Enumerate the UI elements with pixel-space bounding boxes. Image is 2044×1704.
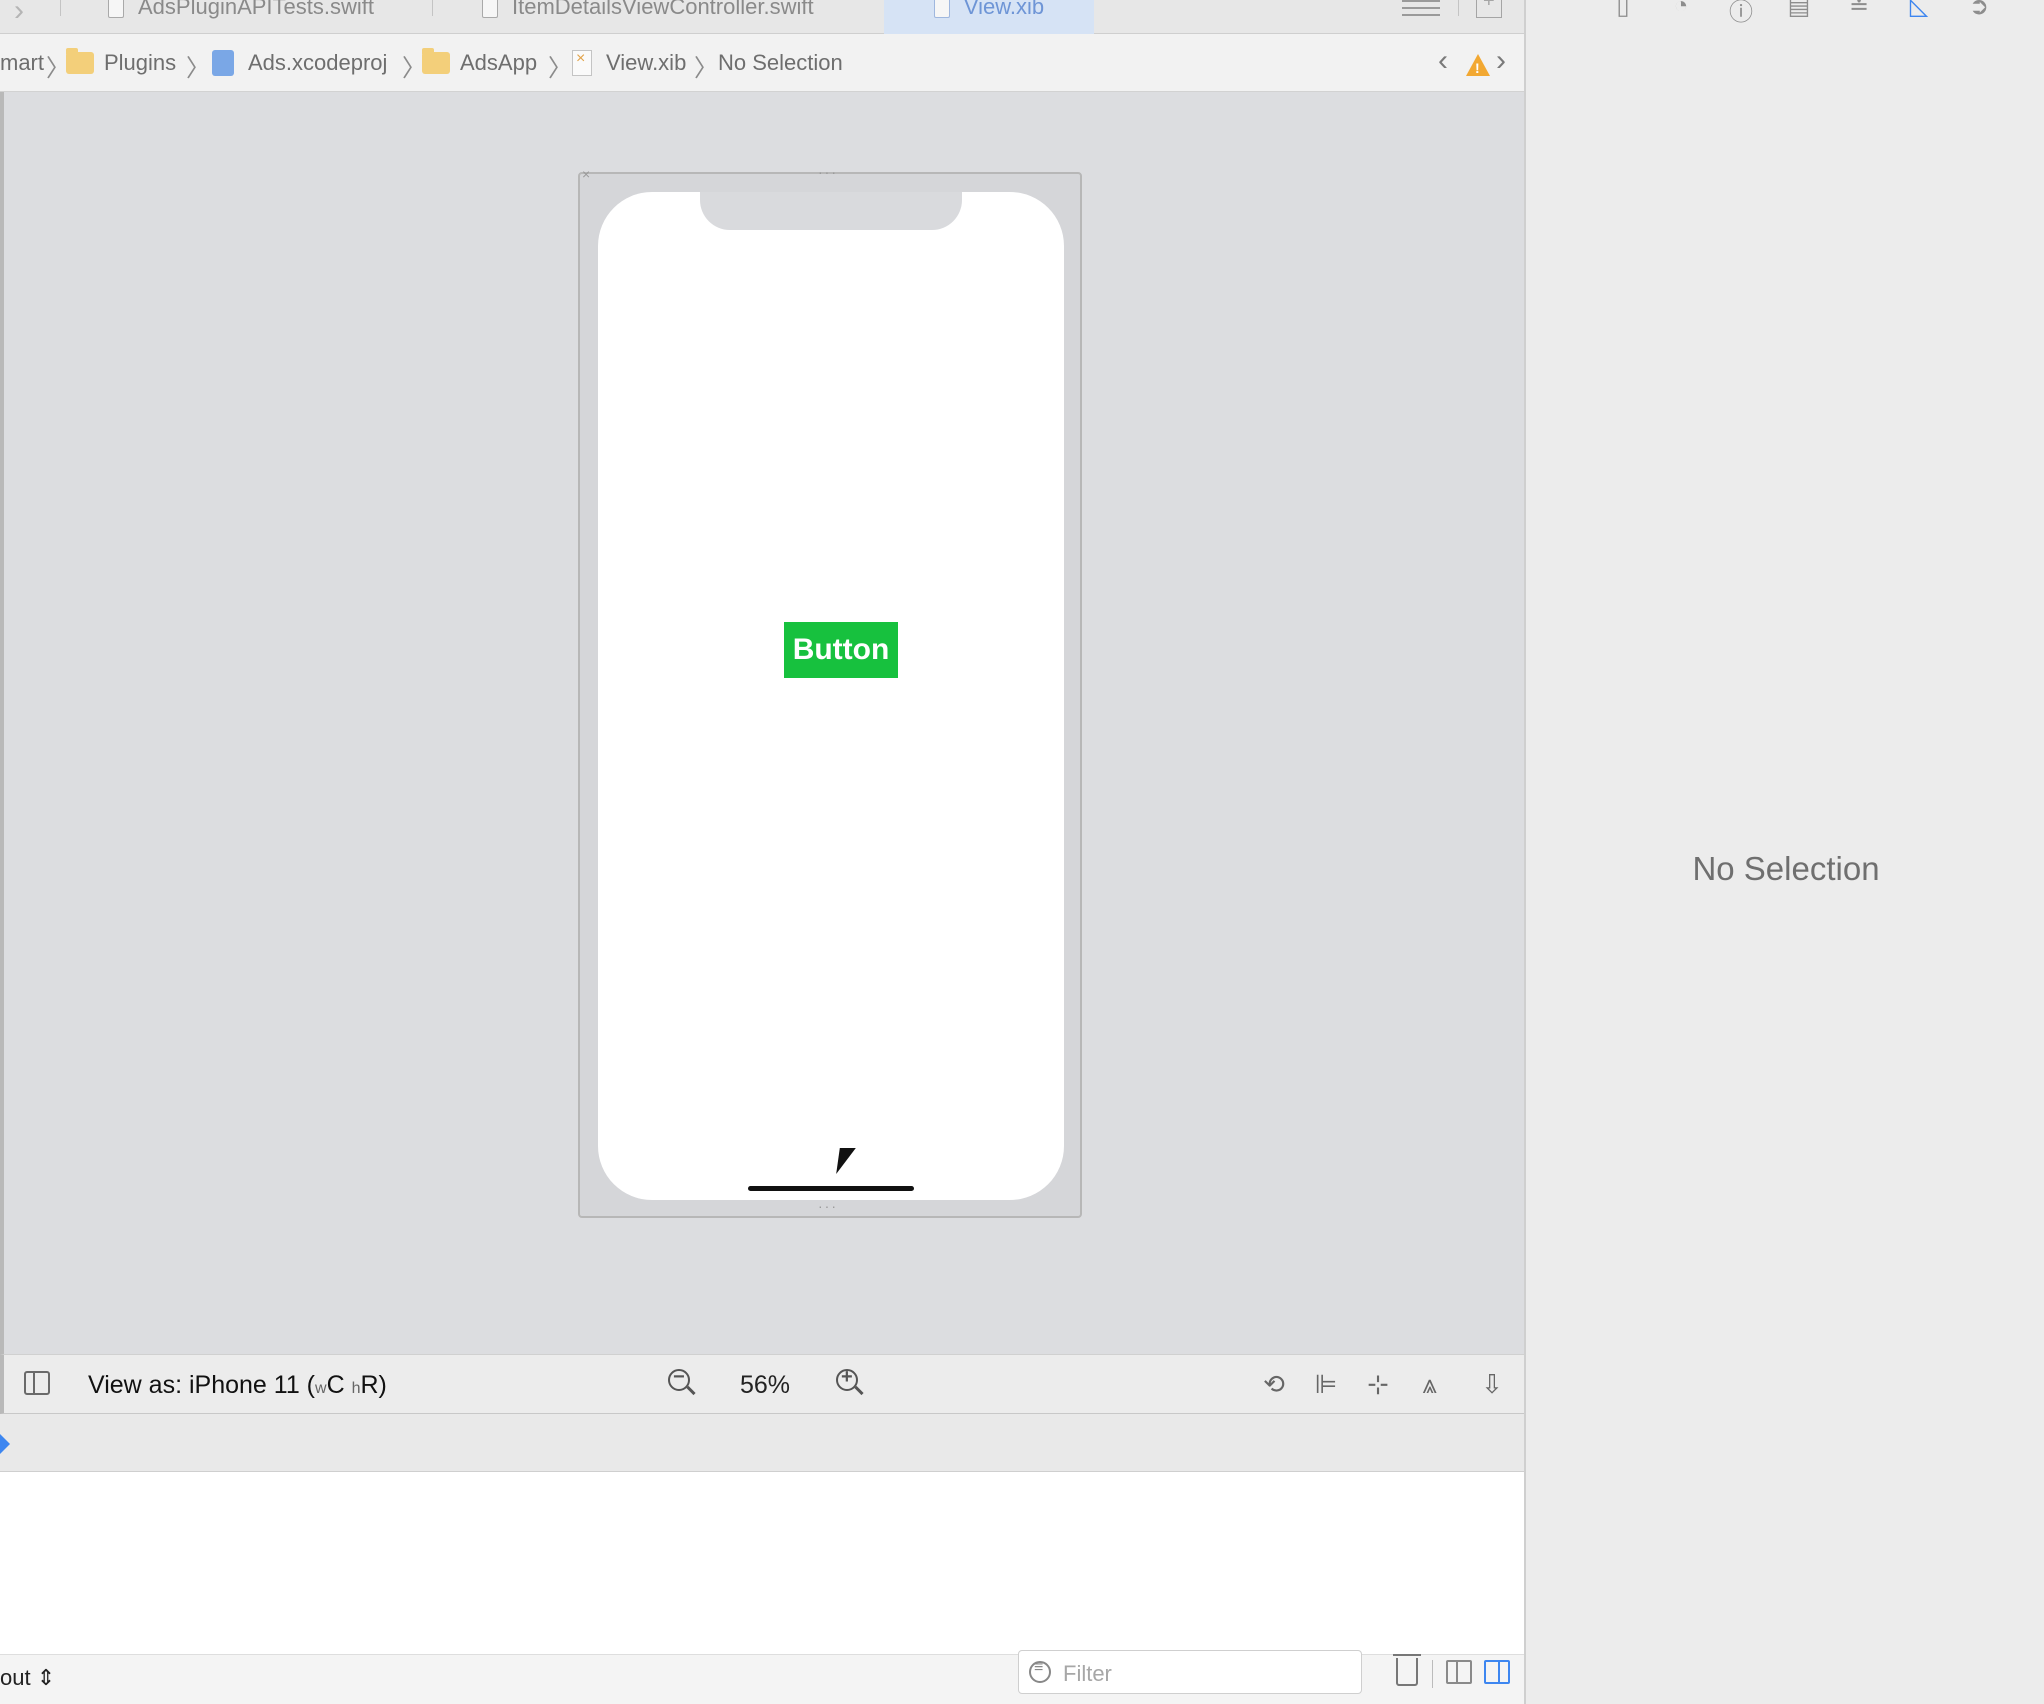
debug-bar	[0, 1414, 1524, 1472]
tab-divider	[1458, 0, 1459, 16]
zoom-out-icon[interactable]: −	[668, 1366, 696, 1397]
update-frames-icon[interactable]: ⟲	[1258, 1369, 1290, 1399]
breadcrumb-chevron-icon: 〉	[186, 55, 210, 82]
xib-file-icon	[572, 50, 592, 76]
align-icon[interactable]: ⊫	[1310, 1369, 1342, 1399]
size-inspector-icon[interactable]: ◺	[1906, 0, 1932, 20]
quick-help-icon[interactable]: ⓘ	[1728, 0, 1754, 26]
zoom-level[interactable]: 56%	[740, 1371, 790, 1400]
breadcrumb-label: Plugins	[104, 50, 177, 75]
attributes-inspector-icon[interactable]: ≚	[1846, 0, 1872, 20]
console-filter-input[interactable]: Filter	[1018, 1650, 1362, 1694]
tab-ads-plugin-api-tests[interactable]: AdsPluginAPITests.swift	[108, 0, 438, 34]
identity-inspector-icon[interactable]: ▤	[1786, 0, 1812, 20]
trash-icon[interactable]	[1393, 1654, 1421, 1686]
breadcrumb-label: AdsApp	[460, 50, 538, 75]
add-constraints-icon[interactable]: ⊹	[1362, 1369, 1394, 1399]
breadcrumb-item-view-xib[interactable]: View.xib	[572, 50, 686, 76]
inspector-tab-bar: ▯ ◔ ⓘ ▤ ≚ ◺ ➲	[1526, 0, 2044, 34]
output-label: out	[0, 1665, 31, 1690]
next-issue-icon[interactable]: ›	[1496, 44, 1506, 78]
xcodeproj-icon	[212, 50, 234, 76]
resize-handle-top[interactable]: ···	[818, 164, 838, 180]
warning-icon[interactable]	[1466, 54, 1490, 76]
tab-item-details-view-controller[interactable]: ItemDetailsViewController.swift	[482, 0, 862, 34]
previous-issue-icon[interactable]: ‹	[1438, 44, 1448, 78]
breadcrumb-item-ads-xcodeproj[interactable]: Ads.xcodeproj	[212, 50, 387, 76]
breadcrumb-chevron-icon: 〉	[694, 55, 718, 82]
xib-file-icon	[933, 0, 950, 18]
breadcrumb-label: View.xib	[606, 50, 687, 75]
resize-handle-bottom[interactable]: ···	[818, 1198, 838, 1214]
breadcrumb-item-adsapp[interactable]: AdsApp	[422, 48, 538, 76]
inspector-panel: ▯ ◔ ⓘ ▤ ≚ ◺ ➲ No Selection	[1524, 0, 2044, 1704]
canvas-toolbar: View as: iPhone 11 (wC hR) − 56% + ⟲ ⊫ ⊹…	[0, 1354, 1524, 1414]
device-notch	[700, 192, 962, 230]
tab-divider	[432, 0, 433, 16]
home-indicator	[748, 1186, 914, 1191]
breadcrumb-chevron-icon: 〉	[548, 55, 572, 82]
device-label: View as: iPhone 11 (	[88, 1371, 315, 1399]
tab-divider	[60, 0, 61, 16]
breadcrumb-item-mart[interactable]: mart	[0, 50, 44, 76]
no-selection-label: No Selection	[1692, 850, 1880, 887]
swift-file-icon	[108, 0, 124, 18]
tab-label: AdsPluginAPITests.swift	[138, 0, 374, 19]
resolve-autolayout-icon[interactable]: ⩓	[1414, 1369, 1446, 1399]
output-selector[interactable]: out ⇕	[0, 1665, 55, 1691]
editor-tab-bar: › AdsPluginAPITests.swift ItemDetailsVie…	[0, 0, 1524, 34]
folder-icon	[422, 48, 450, 74]
scene-frame[interactable]: ··· ··· × Button	[578, 164, 1082, 1218]
view-as-device-selector[interactable]: View as: iPhone 11 (wC hR)	[88, 1371, 387, 1400]
forward-chevron-icon[interactable]: ›	[14, 0, 24, 28]
swift-file-icon	[482, 0, 498, 18]
tab-label: ItemDetailsViewController.swift	[512, 0, 814, 19]
breadcrumb-item-no-selection[interactable]: No Selection	[718, 50, 843, 76]
green-button[interactable]: Button	[784, 622, 898, 678]
filter-icon	[1029, 1659, 1051, 1683]
tab-view-xib[interactable]: View.xib	[884, 0, 1094, 34]
size-class-w: w	[315, 1380, 327, 1397]
button-label: Button	[792, 633, 890, 666]
scene-close-icon[interactable]: ×	[582, 166, 592, 182]
zoom-in-icon[interactable]: +	[836, 1366, 864, 1397]
toolbar-divider	[1432, 1660, 1433, 1688]
interface-builder-canvas[interactable]: ··· ··· × Button	[0, 92, 1524, 1354]
breadcrumb-label: mart	[0, 50, 44, 75]
size-class-r: R)	[360, 1371, 387, 1399]
jump-bar: mart 〉 Plugins 〉 Ads.xcodeproj 〉 AdsApp …	[0, 34, 1524, 92]
file-inspector-icon[interactable]: ▯	[1610, 0, 1636, 20]
show-variables-view-icon[interactable]	[1446, 1660, 1472, 1684]
connections-inspector-icon[interactable]: ➲	[1966, 0, 1992, 20]
filter-placeholder: Filter	[1063, 1661, 1112, 1686]
breadcrumb-label: Ads.xcodeproj	[248, 50, 388, 75]
folder-icon	[66, 48, 94, 74]
iphone-view[interactable]: Button	[598, 192, 1064, 1200]
history-inspector-icon[interactable]: ◔	[1668, 0, 1694, 19]
breadcrumb-item-plugins[interactable]: Plugins	[66, 48, 177, 76]
show-console-view-icon[interactable]	[1484, 1660, 1510, 1684]
console-output[interactable]	[0, 1472, 1524, 1654]
tab-label: View.xib	[963, 0, 1045, 19]
document-outline-toggle-icon[interactable]	[24, 1371, 50, 1395]
breadcrumb-label: No Selection	[718, 50, 843, 75]
add-editor-icon[interactable]	[1476, 0, 1502, 18]
embed-in-icon[interactable]: ⇩	[1476, 1369, 1508, 1399]
breakpoint-indicator-icon[interactable]	[0, 1434, 10, 1454]
size-class-c: C	[326, 1371, 345, 1399]
editor-options-icon[interactable]	[1402, 0, 1440, 18]
